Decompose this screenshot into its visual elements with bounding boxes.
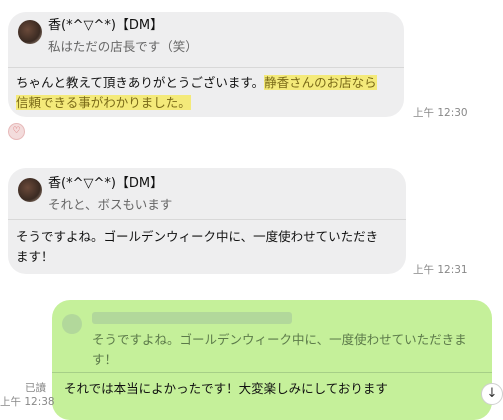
message-bubble-1[interactable]: 香(*^▽^*)【DM】 私はただの店長です（笑） ちゃんと教えて頂きありがとう… bbox=[8, 12, 404, 117]
reply-quote-2[interactable]: 香(*^▽^*)【DM】 それと、ボスもいます bbox=[18, 176, 172, 214]
quote-divider bbox=[52, 372, 492, 373]
quote-divider bbox=[8, 67, 404, 68]
reply-quote-1[interactable]: 香(*^▽^*)【DM】 私はただの店長です（笑） bbox=[18, 18, 198, 56]
arrow-down-icon[interactable]: ↓ bbox=[481, 383, 503, 405]
avatar bbox=[18, 178, 42, 202]
message-time: 上午 12:31 bbox=[413, 264, 468, 276]
message-text-2: そうですよね。ゴールデンウィーク中に、一度使わせていただき ます！ bbox=[16, 229, 379, 264]
read-status: 已讀 bbox=[25, 382, 46, 394]
message-bubble-own[interactable]: そうですよね。ゴールデンウィーク中に、一度使わせていただきま す！ それでは本当… bbox=[52, 300, 492, 420]
message-text-1: ちゃんと教えて頂きありがとうございます。静香さんのお店なら 信頼できる事がわかり… bbox=[16, 75, 377, 110]
heart-reaction-icon[interactable]: ♡ bbox=[8, 123, 25, 140]
message-time: 上午 12:38 bbox=[0, 396, 55, 408]
quoted-text: それと、ボスもいます bbox=[48, 197, 173, 212]
quoted-text: 私はただの店長です（笑） bbox=[48, 39, 198, 54]
message-time: 上午 12:30 bbox=[413, 107, 468, 119]
blurred-avatar bbox=[62, 314, 82, 334]
quote-divider bbox=[8, 219, 406, 220]
quoted-sender-name: 香(*^▽^*)【DM】 bbox=[48, 18, 164, 33]
quoted-sender-name: 香(*^▽^*)【DM】 bbox=[48, 176, 164, 191]
quoted-text: そうですよね。ゴールデンウィーク中に、一度使わせていただきま す！ bbox=[92, 332, 467, 367]
avatar bbox=[18, 20, 42, 44]
blurred-sender-name bbox=[92, 312, 292, 324]
message-text-own: それでは本当によかったです！大変楽しみにしております bbox=[64, 381, 388, 396]
message-bubble-2[interactable]: 香(*^▽^*)【DM】 それと、ボスもいます そうですよね。ゴールデンウィーク… bbox=[8, 168, 406, 274]
